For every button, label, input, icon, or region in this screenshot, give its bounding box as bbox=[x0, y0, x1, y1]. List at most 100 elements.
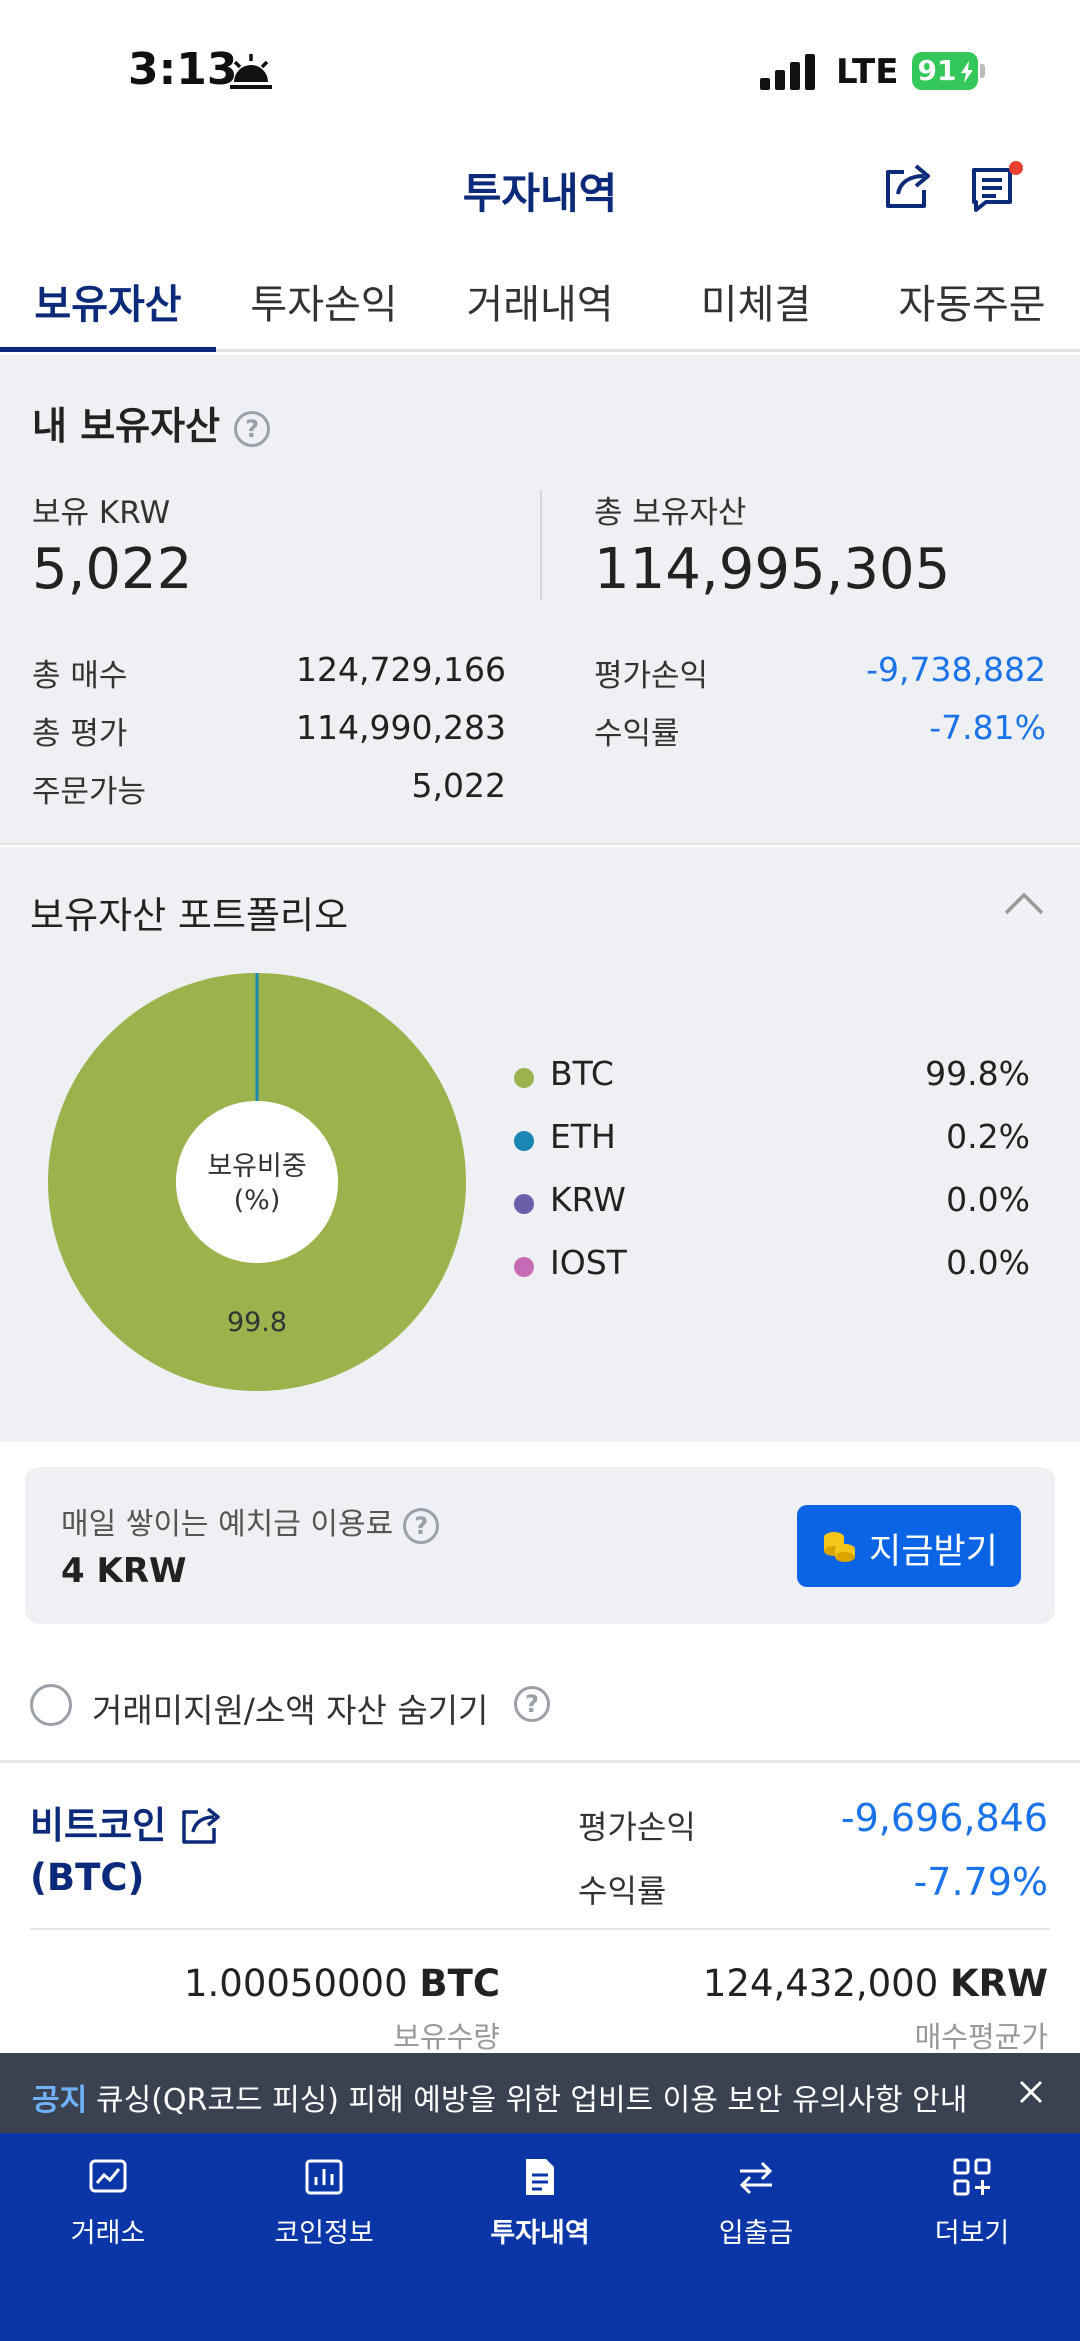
legend-item: IOST 0.0% bbox=[514, 1241, 1030, 1291]
legend-dot-iost bbox=[514, 1257, 534, 1277]
holding-quantity: 1.00050000 BTC bbox=[184, 1962, 500, 2005]
coin-name[interactable]: 비트코인 (BTC) bbox=[30, 1800, 166, 1904]
coin-ticker: (BTC) bbox=[30, 1856, 145, 1899]
help-icon[interactable]: ? bbox=[234, 410, 271, 447]
legend-value: 0.0% bbox=[946, 1243, 1030, 1282]
avg-buy-price-label: 매수평균가 bbox=[914, 2020, 1048, 2054]
legend-item: KRW 0.0% bbox=[514, 1178, 1030, 1228]
coin-pnl-value: -9,696,846 bbox=[840, 1796, 1048, 1840]
nav-label: 입출금 bbox=[718, 2218, 794, 2249]
divider bbox=[540, 490, 542, 600]
legend-value: 0.2% bbox=[946, 1117, 1030, 1156]
claim-now-button[interactable]: 지금받기 bbox=[797, 1505, 1021, 1587]
coins-icon bbox=[824, 1532, 855, 1562]
portfolio-donut-chart: 보유비중 (%) 99.8 bbox=[48, 973, 466, 1391]
help-icon[interactable]: ? bbox=[403, 1507, 440, 1544]
legend-item: BTC 99.8% bbox=[514, 1052, 1030, 1102]
interest-value: 4 KRW bbox=[61, 1551, 187, 1591]
sunrise-icon bbox=[230, 54, 272, 89]
tab-bar: 보유자산 투자손익 거래내역 미체결 자동주문 bbox=[0, 262, 1080, 352]
status-time: 3:13 bbox=[128, 44, 238, 95]
legend-name: BTC bbox=[550, 1054, 614, 1093]
deposit-interest-card: 매일 쌓이는 예치금 이용료? 4 KRW 지금받기 bbox=[25, 1467, 1055, 1624]
tab-holdings[interactable]: 보유자산 bbox=[0, 262, 216, 352]
share-icon[interactable] bbox=[178, 1802, 224, 1848]
total-buy-value: 124,729,166 bbox=[296, 650, 506, 689]
share-icon[interactable] bbox=[880, 158, 936, 214]
interest-label: 매일 쌓이는 예치금 이용료? bbox=[61, 1499, 440, 1544]
total-assets-label: 총 보유자산 bbox=[594, 495, 747, 531]
bottom-nav: 거래소 코인정보 투자내역 입출금 더보기 bbox=[0, 2133, 1080, 2341]
total-eval-label: 총 평가 bbox=[32, 716, 128, 752]
close-icon[interactable] bbox=[1016, 2077, 1046, 2107]
orderable-value: 5,022 bbox=[411, 766, 506, 805]
nav-exchange[interactable]: 거래소 bbox=[0, 2155, 216, 2255]
nav-investment-history[interactable]: 투자내역 bbox=[432, 2155, 648, 2255]
legend-name: ETH bbox=[550, 1117, 616, 1156]
status-bar: 3:13 LTE 91 bbox=[0, 0, 1080, 140]
nav-label: 코인정보 bbox=[274, 2218, 374, 2249]
avg-buy-price-unit: KRW bbox=[950, 1962, 1048, 2005]
divider bbox=[30, 1928, 1050, 1930]
interest-label-text: 매일 쌓이는 예치금 이용료 bbox=[61, 1507, 394, 1542]
portfolio-title: 보유자산 포트폴리오 bbox=[30, 894, 349, 937]
tab-auto-order[interactable]: 자동주문 bbox=[864, 262, 1080, 349]
grid-plus-icon bbox=[953, 2158, 991, 2196]
legend-value: 99.8% bbox=[925, 1054, 1030, 1093]
donut-slice-label: 99.8 bbox=[227, 1307, 287, 1338]
eval-pnl-value: -9,738,882 bbox=[866, 650, 1046, 689]
return-rate-value: -7.81% bbox=[929, 708, 1046, 747]
legend-dot-btc bbox=[514, 1068, 534, 1088]
legend-dot-eth bbox=[514, 1131, 534, 1151]
hide-small-assets-label: 거래미지원/소액 자산 숨기기 bbox=[92, 1691, 489, 1730]
nav-label: 투자내역 bbox=[490, 2218, 590, 2249]
nav-label: 거래소 bbox=[70, 2218, 146, 2249]
hide-small-assets-option[interactable]: 거래미지원/소액 자산 숨기기 ? bbox=[0, 1670, 1080, 1740]
notice-tag: 공지 bbox=[32, 2083, 88, 2118]
krw-value: 5,022 bbox=[32, 537, 193, 602]
network-label: LTE bbox=[836, 52, 899, 92]
total-buy-label: 총 매수 bbox=[32, 658, 128, 694]
signal-icon bbox=[760, 54, 815, 90]
chevron-up-icon[interactable] bbox=[1002, 889, 1046, 919]
total-assets-value: 114,995,305 bbox=[594, 537, 951, 602]
legend-dot-krw bbox=[514, 1194, 534, 1214]
tab-profit-loss[interactable]: 투자손익 bbox=[216, 262, 432, 349]
summary-title: 내 보유자산? bbox=[32, 395, 271, 450]
notice-text: 큐싱(QR코드 피싱) 피해 예방을 위한 업비트 이용 보안 유의사항 안내 bbox=[96, 2083, 968, 2118]
legend-name: KRW bbox=[550, 1180, 626, 1219]
legend-name: IOST bbox=[550, 1243, 627, 1282]
holding-quantity-number: 1.00050000 bbox=[183, 1962, 408, 2005]
divider bbox=[0, 1760, 1080, 1763]
nav-deposit-withdraw[interactable]: 입출금 bbox=[648, 2155, 864, 2255]
holding-quantity-label: 보유수량 bbox=[393, 2020, 500, 2054]
document-icon bbox=[526, 2159, 554, 2195]
coin-pnl-label: 평가손익 bbox=[578, 1808, 696, 1846]
tab-trade-history[interactable]: 거래내역 bbox=[432, 262, 648, 349]
coin-name-korean: 비트코인 bbox=[30, 1804, 167, 1847]
nav-more[interactable]: 더보기 bbox=[864, 2155, 1080, 2255]
coin-rate-value: -7.79% bbox=[913, 1860, 1048, 1904]
orderable-label: 주문가능 bbox=[32, 774, 147, 810]
krw-label: 보유 KRW bbox=[32, 495, 171, 531]
return-rate-label: 수익률 bbox=[594, 716, 680, 752]
nav-coin-info[interactable]: 코인정보 bbox=[216, 2155, 432, 2255]
portfolio-section: 보유자산 포트폴리오 보유비중 (%) 99.8 BTC 99.8% ETH 0… bbox=[0, 847, 1080, 1442]
claim-button-label: 지금받기 bbox=[869, 1532, 998, 1572]
holding-quantity-unit: BTC bbox=[419, 1962, 500, 2005]
nav-label: 더보기 bbox=[934, 2218, 1010, 2249]
avg-buy-price: 124,432,000 KRW bbox=[703, 1962, 1048, 2005]
tab-unfilled[interactable]: 미체결 bbox=[648, 262, 864, 349]
radio-icon[interactable] bbox=[30, 1684, 72, 1726]
avg-buy-price-number: 124,432,000 bbox=[702, 1962, 939, 2005]
coin-rate-label: 수익률 bbox=[578, 1872, 667, 1910]
holdings-summary: 내 보유자산? 보유 KRW 5,022 총 보유자산 114,995,305 … bbox=[0, 355, 1080, 845]
legend-value: 0.0% bbox=[946, 1180, 1030, 1219]
legend-item: ETH 0.2% bbox=[514, 1115, 1030, 1165]
battery-icon: 91 bbox=[912, 52, 985, 90]
exchange-chart-icon bbox=[89, 2159, 127, 2193]
help-icon[interactable]: ? bbox=[514, 1686, 550, 1722]
notice-banner[interactable]: 공지 큐싱(QR코드 피싱) 피해 예방을 위한 업비트 이용 보안 유의사항 … bbox=[0, 2053, 1080, 2133]
notice-icon[interactable] bbox=[970, 160, 1026, 216]
battery-level: 91 bbox=[917, 54, 957, 87]
